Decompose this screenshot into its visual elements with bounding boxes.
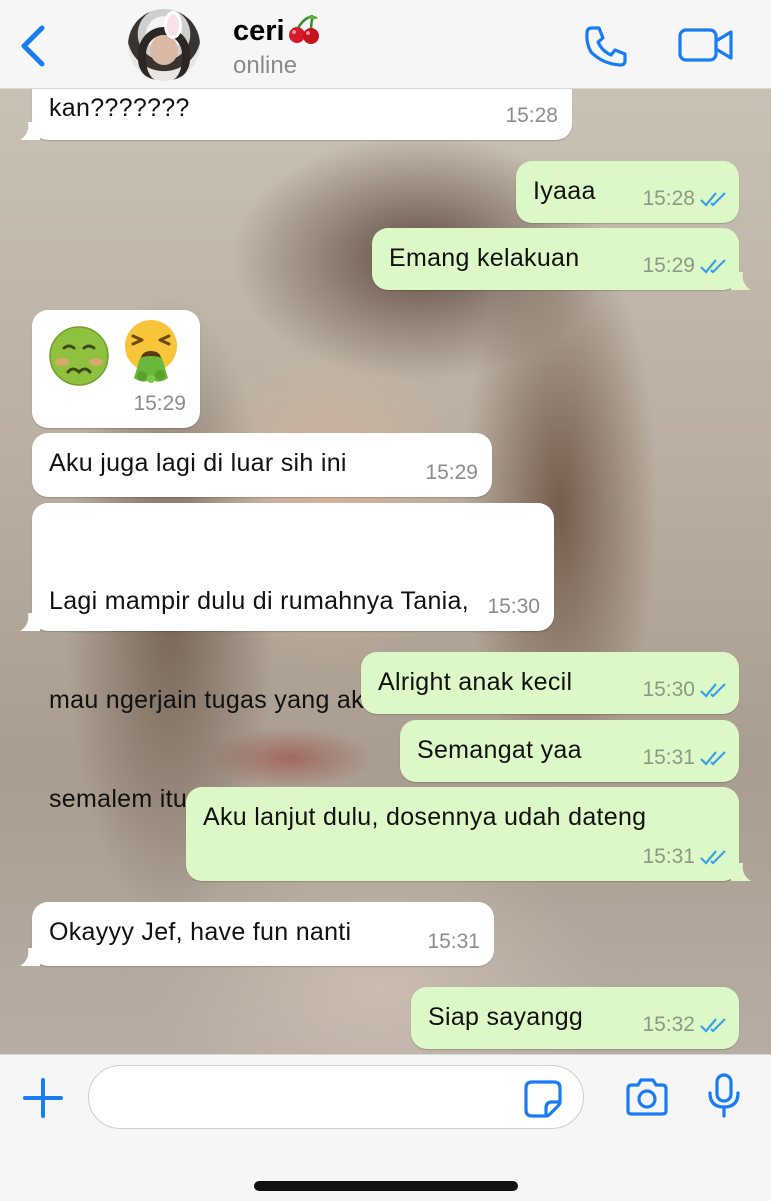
chat-header: ceri online [0,0,771,89]
message-text: Emang kelakuan [389,244,580,272]
cherry-emoji-icon [288,14,319,44]
video-camera-icon[interactable] [678,26,734,64]
message-bubble-incoming[interactable]: Okayyy Jef, have fun nanti 15:31 [20,902,494,966]
message-time: 15:31 [642,746,695,769]
message-bubble-outgoing[interactable]: Alright anak kecil 15:30 [361,652,739,714]
message-time: 15:32 [642,1013,695,1036]
message-meta: 15:29 [642,249,729,282]
bubble-tail [20,948,40,966]
contact-name-row[interactable]: ceri [233,14,321,48]
read-ticks-icon [700,750,726,766]
message-bubble-outgoing[interactable]: Semangat yaa 15:31 [400,720,739,782]
sticker-icon[interactable] [524,1080,562,1118]
home-indicator[interactable] [254,1181,518,1191]
read-ticks-icon [700,682,726,698]
vomiting-face-emoji-icon [125,320,177,383]
chat-background[interactable]: kan??????? 15:28 Iyaaa 15:28 Emang kelak… [0,88,771,1054]
read-ticks-icon [700,191,726,207]
message-text: kan??????? [49,94,190,122]
message-meta: 15:31 [642,840,729,873]
message-time: 15:29 [425,461,478,484]
message-time: 15:28 [642,187,695,210]
message-bubble-outgoing[interactable]: Aku lanjut dulu, dosennya udah dateng 15… [186,787,751,881]
message-meta: 15:28 [642,182,729,215]
message-time: 15:29 [642,254,695,277]
message-time: 15:31 [642,845,695,868]
microphone-icon[interactable] [706,1073,742,1119]
bubble-tail [20,122,40,140]
message-text: Alright anak kecil [378,668,573,696]
message-bubble-incoming[interactable]: Lagi mampir dulu di rumahnya Tania, mau … [20,503,554,813]
bubble-tail [731,272,751,290]
message-bubble-incoming[interactable]: Aku juga lagi di luar sih ini 15:29 [32,433,492,497]
plus-icon[interactable] [22,1077,64,1119]
message-bubble-incoming[interactable]: kan??????? 15:28 [20,88,572,140]
message-text: Semangat yaa [417,736,582,764]
message-line: Lagi mampir dulu di rumahnya Tania, [49,587,469,615]
message-text: Aku juga lagi di luar sih ini [49,449,347,477]
message-meta: 15:30 [642,673,729,706]
message-bubble-outgoing[interactable]: Emang kelakuan 15:29 [372,228,751,290]
back-chevron-icon[interactable] [16,24,50,68]
bubble-tail [20,613,40,631]
bubble-tail [731,863,751,881]
message-input[interactable] [88,1065,584,1129]
contact-status: online [233,52,298,79]
read-ticks-icon [700,1017,726,1033]
message-text: Aku lanjut dulu, dosennya udah dateng [203,803,647,831]
message-text: Siap sayangg [428,1003,584,1031]
message-text: Okayyy Jef, have fun nanti [49,918,352,946]
message-bubble-outgoing[interactable]: Iyaaa 15:28 [516,161,739,223]
message-text: Iyaaa [533,177,596,205]
phone-icon[interactable] [583,24,629,68]
message-bubble-incoming-emoji[interactable]: 15:29 [32,310,200,428]
nauseated-face-emoji-icon [49,326,109,386]
message-time: 15:28 [505,104,558,127]
message-meta: 15:32 [642,1008,729,1041]
message-bubble-outgoing[interactable]: Siap sayangg 15:32 [411,987,739,1049]
message-time: 15:31 [427,930,480,953]
camera-icon[interactable] [624,1077,670,1117]
message-meta: 15:31 [642,741,729,774]
message-time: 15:29 [133,392,186,415]
contact-avatar[interactable] [128,9,200,81]
composer-bar [0,1054,771,1201]
message-time: 15:30 [642,678,695,701]
read-ticks-icon [700,258,726,274]
message-time: 15:30 [487,595,540,618]
contact-name: ceri [233,15,285,47]
read-ticks-icon [700,849,726,865]
